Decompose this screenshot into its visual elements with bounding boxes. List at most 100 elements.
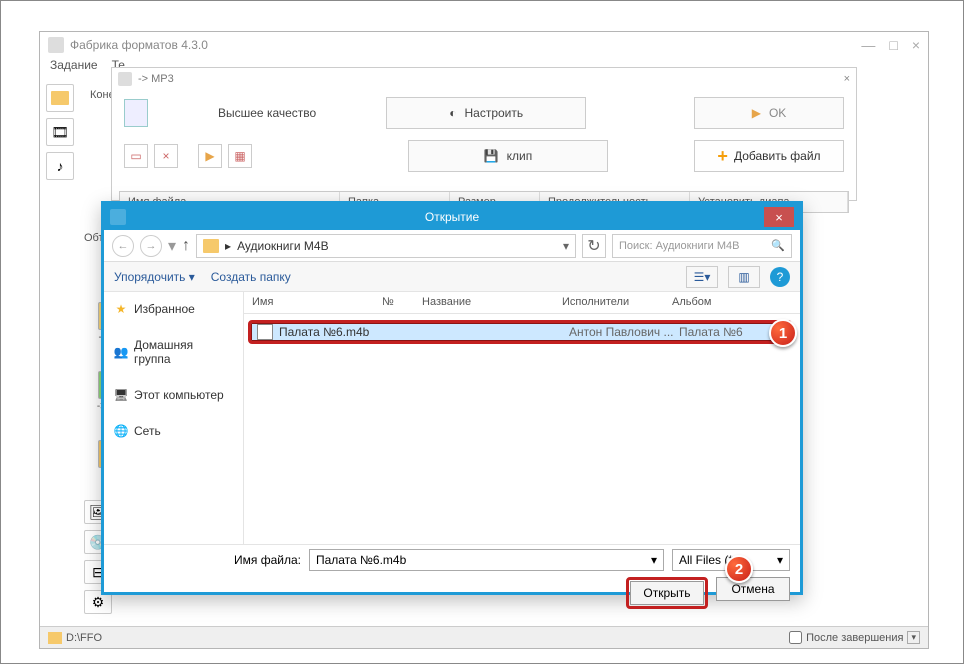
file-album: Палата №6 (679, 325, 743, 339)
dialog-icon (110, 209, 126, 225)
search-placeholder: Поиск: Аудиокниги M4B (619, 240, 739, 252)
search-input[interactable]: Поиск: Аудиокниги M4B 🔍 (612, 234, 792, 258)
filter-dropdown-icon: ▾ (777, 553, 783, 567)
main-titlebar: Фабрика форматов 4.3.0 — □ × (40, 32, 928, 58)
remove-item-button[interactable]: ▭ (124, 144, 148, 168)
mp3-panel-title: -> MP3 (138, 73, 174, 85)
panel-icon (118, 72, 132, 86)
refresh-button[interactable]: ↻ (582, 234, 606, 258)
breadcrumb-sep-icon: ▸ (225, 239, 231, 253)
nav-up-button[interactable]: ↑ (182, 237, 190, 255)
close-button[interactable]: × (912, 37, 920, 53)
cancel-button[interactable]: Отмена (716, 577, 790, 601)
tree-favorites[interactable]: ★ Избранное (108, 298, 239, 320)
left-sidebar: 🎞 ♪ (40, 78, 80, 186)
clip-save-icon: 💾 (484, 149, 499, 163)
nav-tree: ★ Избранное 👥 Домашняя группа 🖥 Этот ком… (104, 292, 244, 544)
panel-close-icon[interactable]: × (844, 73, 850, 85)
quality-label: Высшее качество (218, 106, 316, 120)
configure-gear-icon: ◐ (449, 106, 456, 120)
file-name: Палата №6.m4b (279, 325, 569, 339)
minimize-button[interactable]: — (861, 37, 875, 53)
video-icon[interactable]: 🎞 (46, 118, 74, 146)
dialog-nav: ← → ▾ ↑ ▸ Аудиокниги M4B ▾ ↻ Поиск: Ауди… (104, 230, 800, 262)
network-icon: 🌐 (114, 424, 128, 438)
filename-label: Имя файла: (234, 553, 301, 567)
ok-button[interactable]: ▶ OK (694, 97, 844, 129)
tree-homegroup[interactable]: 👥 Домашняя группа (108, 334, 239, 370)
computer-icon: 🖥 (114, 388, 128, 402)
play-button[interactable]: ▶ (198, 144, 222, 168)
dialog-close-button[interactable]: × (764, 207, 794, 227)
tree-this-pc-label: Этот компьютер (134, 388, 224, 402)
star-icon: ★ (114, 302, 128, 316)
col-artists[interactable]: Исполнители (554, 292, 664, 313)
nav-up-icon[interactable]: ▾ (168, 236, 176, 256)
tree-favorites-label: Избранное (134, 302, 195, 316)
file-list: Имя № Название Исполнители Альбом Палата… (244, 292, 800, 544)
nav-back-button[interactable]: ← (112, 235, 134, 257)
search-icon: 🔍 (771, 239, 785, 252)
dialog-body: ★ Избранное 👥 Домашняя группа 🖥 Этот ком… (104, 292, 800, 544)
breadcrumb-text: Аудиокниги M4B (237, 239, 329, 253)
after-completion-label: После завершения (806, 632, 903, 644)
dialog-title: Открытие (425, 210, 479, 224)
folder-icon[interactable] (46, 84, 74, 112)
mp3-panel: -> MP3 × Высшее качество ◐ Настроить ▶ O… (111, 67, 857, 201)
clip-button[interactable]: 💾 клип (408, 140, 608, 172)
tree-this-pc[interactable]: 🖥 Этот компьютер (108, 384, 239, 406)
info-button[interactable]: ▦ (228, 144, 252, 168)
configure-button[interactable]: ◐ Настроить (386, 97, 586, 129)
nav-forward-button[interactable]: → (140, 235, 162, 257)
file-list-header: Имя № Название Исполнители Альбом (244, 292, 800, 314)
open-button[interactable]: Открыть (630, 581, 704, 605)
help-button[interactable]: ? (770, 267, 790, 287)
col-name[interactable]: Имя (244, 292, 374, 313)
status-path: D:\FFO (66, 632, 102, 644)
file-artist: Антон Павлович ... (569, 325, 679, 339)
preview-pane-button[interactable]: ▥ (728, 266, 760, 288)
window-controls: — □ × (861, 37, 920, 53)
new-folder-button[interactable]: Создать папку (211, 270, 291, 284)
media-file-icon (257, 324, 273, 340)
organize-button[interactable]: Упорядочить ▾ (114, 270, 195, 284)
view-mode-button[interactable]: ☰▾ (686, 266, 718, 288)
breadcrumb[interactable]: ▸ Аудиокниги M4B ▾ (196, 234, 576, 258)
app-title: Фабрика форматов 4.3.0 (70, 38, 208, 52)
col-num[interactable]: № (374, 292, 414, 313)
filename-input[interactable]: Палата №6.m4b ▾ (309, 549, 664, 571)
delete-button[interactable]: × (154, 144, 178, 168)
folder-small-icon (48, 632, 62, 644)
tree-network-label: Сеть (134, 424, 161, 438)
homegroup-icon: 👥 (114, 345, 128, 359)
app-icon (48, 37, 64, 53)
col-title[interactable]: Название (414, 292, 554, 313)
mp3-file-icon (124, 99, 148, 127)
col-album[interactable]: Альбом (664, 292, 800, 313)
breadcrumb-dropdown-icon[interactable]: ▾ (563, 239, 569, 253)
mp3-panel-titlebar: -> MP3 × (112, 68, 856, 90)
dialog-toolbar: Упорядочить ▾ Создать папку ☰▾ ▥ ? (104, 262, 800, 292)
after-completion-checkbox[interactable] (789, 631, 802, 644)
plus-icon: + (717, 146, 728, 167)
open-dialog: Открытие × ← → ▾ ↑ ▸ Аудиокниги M4B ▾ ↻ … (101, 201, 803, 595)
dialog-titlebar: Открытие × (104, 204, 800, 230)
maximize-button[interactable]: □ (889, 37, 897, 53)
statusbar: D:\FFO После завершения ▾ (40, 626, 928, 648)
dialog-footer: Имя файла: Палата №6.m4b ▾ All Files (*.… (104, 544, 800, 598)
add-file-label: Добавить файл (734, 149, 821, 163)
audio-icon[interactable]: ♪ (46, 152, 74, 180)
configure-label: Настроить (465, 106, 524, 120)
tree-network[interactable]: 🌐 Сеть (108, 420, 239, 442)
filename-value: Палата №6.m4b (316, 553, 406, 567)
menu-task[interactable]: Задание (50, 58, 98, 78)
after-dropdown-icon[interactable]: ▾ (907, 631, 920, 644)
open-button-highlight: Открыть (626, 577, 708, 609)
breadcrumb-folder-icon (203, 239, 219, 253)
file-row-selected[interactable]: Палата №6.m4b Антон Павлович ... Палата … (248, 320, 792, 344)
add-file-button[interactable]: + Добавить файл (694, 140, 844, 172)
filename-dropdown-icon[interactable]: ▾ (651, 553, 657, 567)
annotation-badge-1: 1 (769, 319, 797, 347)
ok-play-icon: ▶ (752, 106, 761, 120)
ok-label: OK (769, 106, 786, 120)
